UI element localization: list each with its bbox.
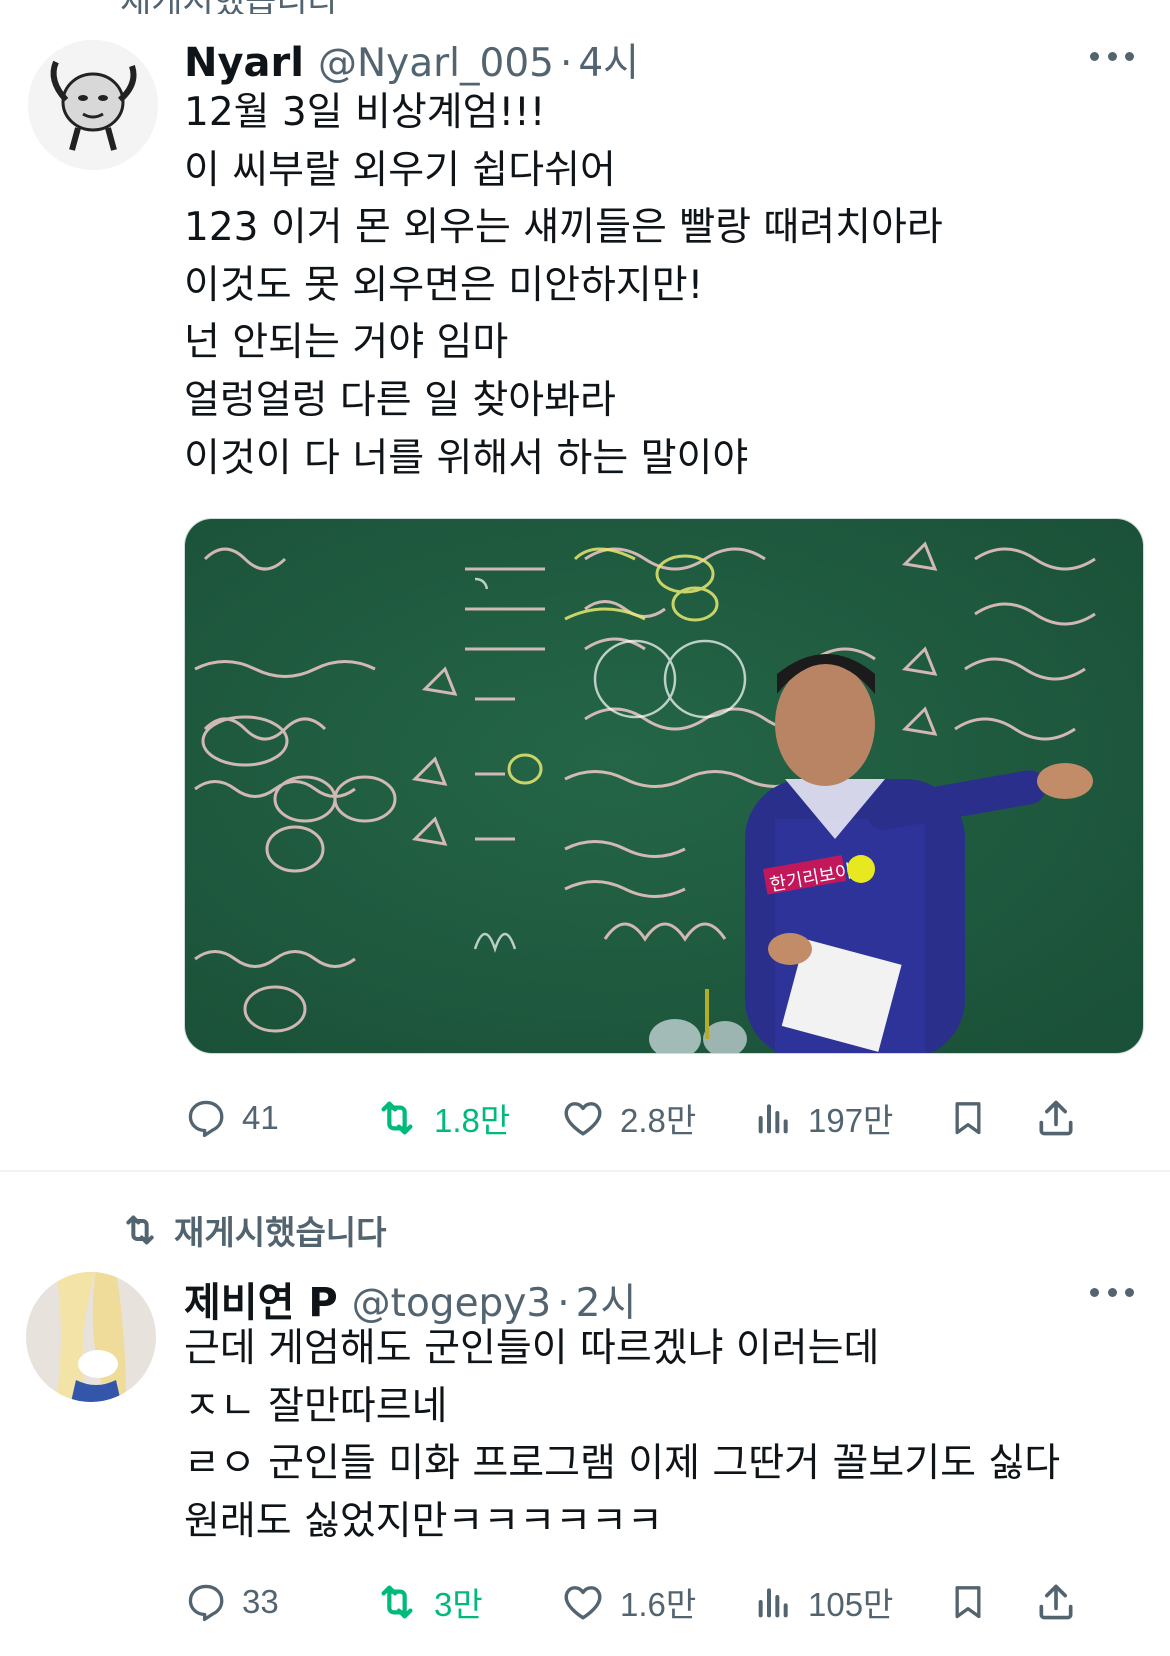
repost-label: 재게시했습니다: [120, 1206, 387, 1254]
previous-repost-text: 재게시했습니다: [120, 0, 339, 14]
tweet-line: ㅈㄴ 잘만따르네: [184, 1383, 448, 1429]
heart-icon: [564, 1102, 602, 1136]
previous-repost-label-partial: 재게시했습니다: [0, 0, 1170, 14]
like-count: 2.8만: [620, 1102, 697, 1139]
heart-icon: [564, 1586, 602, 1620]
tweet-text: 근데 게엄해도 군인들이 따르겠냐 이러는데 ㅈㄴ 잘만따르네 ㄹㅇ 군인들 미…: [184, 1320, 1144, 1550]
tweet-image[interactable]: 한기리보이: [184, 518, 1144, 1054]
retweet-button[interactable]: 3만: [374, 1572, 483, 1632]
tweet-line: 얼렁얼렁 다른 일 찾아봐라: [184, 377, 616, 423]
tweet-line: ㄹㅇ 군인들 미화 프로그램 이제 그딴거 꼴보기도 싫다: [184, 1441, 1061, 1487]
tweet-header: Nyarl @Nyarl_005 · 4시: [184, 32, 639, 88]
bookmark-button[interactable]: [948, 1572, 988, 1632]
views-count: 105만: [808, 1586, 894, 1623]
views-icon: [758, 1104, 788, 1134]
more-icon[interactable]: [1090, 1286, 1134, 1298]
views-button[interactable]: 105만: [754, 1572, 893, 1632]
more-icon[interactable]: [1090, 50, 1134, 62]
tweet-line: 이것도 못 외우면은 미안하지만!: [184, 262, 704, 308]
tweet-line: 123 이거 몬 외우는 섀끼들은 빨랑 때려치아라: [184, 205, 943, 251]
bookmark-icon: [955, 1586, 981, 1619]
retweet-count: 1.8만: [434, 1102, 511, 1139]
reply-icon: [188, 1584, 224, 1622]
reply-count: 41: [242, 1099, 279, 1136]
like-button[interactable]: 2.8만: [560, 1088, 696, 1148]
views-count: 197만: [808, 1102, 894, 1139]
reply-icon: [188, 1100, 224, 1138]
bookmark-button[interactable]: [948, 1088, 988, 1148]
tweet-text: 12월 3일 비상계엄!!! 이 씨부랄 외우기 쉽다쉬어 123 이거 몬 외…: [184, 84, 1144, 487]
tweet-line: 넌 안되는 거야 임마: [184, 320, 509, 366]
tweet-togepy3[interactable]: 재게시했습니다 제비연 P @togepy3 · 2시 근데 게엄해도 군인들이…: [0, 1172, 1170, 1656]
bookmark-icon: [955, 1102, 981, 1135]
reply-count: 33: [242, 1583, 279, 1620]
tweet-line: 근데 게엄해도 군인들이 따르겠냐 이러는데: [184, 1326, 880, 1371]
views-icon: [758, 1588, 788, 1618]
share-icon: [1039, 1100, 1073, 1136]
author-handle[interactable]: @Nyarl_005: [318, 41, 554, 86]
retweet-icon: [381, 1585, 413, 1619]
tweet-nyarl[interactable]: Nyarl @Nyarl_005 · 4시 12월 3일 비상계엄!!! 이 씨…: [0, 14, 1170, 1172]
repost-label-text: 재게시했습니다: [174, 1213, 387, 1252]
author-name[interactable]: Nyarl: [184, 40, 304, 86]
tweet-line: 이 씨부랄 외우기 쉽다쉬어: [184, 147, 616, 193]
tweet-line: 원래도 싫었지만ㅋㅋㅋㅋㅋㅋ: [184, 1498, 663, 1544]
share-button[interactable]: [1034, 1572, 1078, 1632]
tweet-line: 12월 3일 비상계엄!!!: [184, 90, 546, 135]
timestamp[interactable]: 4시: [578, 32, 639, 88]
like-button[interactable]: 1.6만: [560, 1572, 696, 1632]
views-button[interactable]: 197만: [754, 1088, 893, 1148]
retweet-icon: [126, 1215, 154, 1245]
separator-dot: ·: [559, 41, 573, 86]
tweet-line: 이것이 다 너를 위해서 하는 말이야: [184, 435, 749, 481]
tweet-actions: 33 3만 1.6만 105만: [184, 1572, 1134, 1632]
reply-button[interactable]: 33: [184, 1572, 279, 1632]
avatar[interactable]: [26, 1272, 156, 1402]
retweet-button[interactable]: 1.8만: [374, 1088, 510, 1148]
chalkboard-lecture-image: 한기리보이: [185, 519, 1143, 1053]
share-icon: [1039, 1584, 1073, 1620]
reply-button[interactable]: 41: [184, 1088, 279, 1148]
like-count: 1.6만: [620, 1586, 697, 1623]
tweet-actions: 41 1.8만 2.8만 197만: [184, 1088, 1134, 1148]
retweet-count: 3만: [434, 1586, 483, 1623]
retweet-icon: [381, 1101, 413, 1135]
share-button[interactable]: [1034, 1088, 1078, 1148]
avatar[interactable]: [28, 40, 158, 170]
